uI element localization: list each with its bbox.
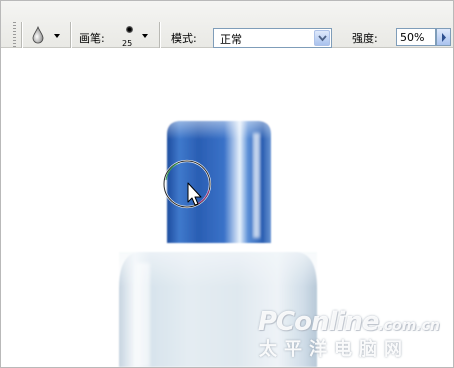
- pconline-logo-subtitle: 太平洋电脑网: [259, 339, 409, 360]
- document-canvas[interactable]: PConline.com.cn 太平洋电脑网: [1, 48, 453, 367]
- water-drop-icon: [32, 26, 44, 44]
- logo-main-text: PConline: [258, 307, 379, 337]
- mode-label: 模式:: [171, 32, 197, 45]
- mode-dropdown-button[interactable]: [314, 30, 330, 46]
- chevron-down-icon: [54, 34, 60, 38]
- strength-slider-button[interactable]: [436, 28, 451, 46]
- mode-value: 正常: [220, 33, 242, 46]
- chevron-down-icon: [318, 35, 327, 42]
- pconline-logo: PConline.com.cn: [258, 307, 440, 337]
- toolbar-grip[interactable]: [13, 22, 16, 48]
- toolbar-separator: [159, 22, 161, 48]
- brush-label: 画笔:: [79, 32, 105, 45]
- triangle-right-icon: [442, 33, 446, 42]
- toolbar-separator: [70, 22, 72, 48]
- brush-picker[interactable]: 25: [120, 24, 138, 50]
- brush-size: 25: [122, 39, 133, 48]
- tool-preset-picker[interactable]: [28, 26, 64, 46]
- brush-tip-icon: [126, 26, 133, 33]
- toolbar-separator: [21, 22, 23, 48]
- options-bar: 画笔: 25 模式: 正常 强度: 50%: [1, 1, 453, 48]
- mode-select[interactable]: 正常: [213, 28, 332, 48]
- strength-input[interactable]: 50%: [396, 28, 436, 46]
- strength-value: 50%: [400, 31, 425, 44]
- logo-suffix-text: .com.cn: [378, 318, 440, 334]
- brush-dropdown-arrow-icon[interactable]: [142, 34, 148, 38]
- strength-label: 强度:: [352, 32, 378, 45]
